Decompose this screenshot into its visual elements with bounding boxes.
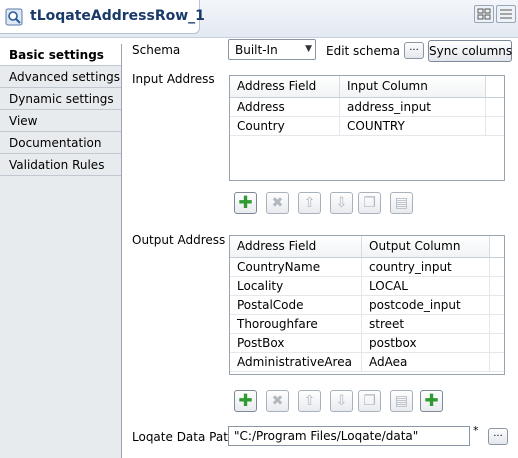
- plus-icon: ✚: [424, 391, 439, 411]
- output-column-cell[interactable]: postcode_input: [362, 296, 490, 314]
- plus-icon: ✚: [238, 391, 253, 411]
- address-field-cell[interactable]: PostalCode: [230, 296, 362, 314]
- output-address-label: Output Address: [132, 233, 226, 247]
- address-field-cell[interactable]: AdministrativeArea: [230, 353, 362, 371]
- address-field-cell[interactable]: Country: [230, 117, 340, 135]
- paste-button[interactable]: ▤: [390, 192, 413, 214]
- sidebar-item-documentation[interactable]: Documentation: [0, 132, 121, 154]
- output-column-cell[interactable]: street: [362, 315, 490, 333]
- column-header-address-field[interactable]: Address Field: [230, 236, 362, 257]
- title-bar: tLoqateAddressRow_1: [0, 0, 518, 38]
- window-title: tLoqateAddressRow_1: [30, 8, 205, 24]
- copy-button[interactable]: ❐: [358, 192, 381, 214]
- address-field-cell[interactable]: PostBox: [230, 334, 362, 352]
- sidebar-item-validation-rules[interactable]: Validation Rules: [0, 154, 121, 176]
- plus-icon: ✚: [238, 193, 253, 213]
- copy-icon: ❐: [363, 393, 376, 409]
- table-row[interactable]: PostalCode postcode_input: [230, 296, 504, 315]
- output-column-cell[interactable]: postbox: [362, 334, 490, 352]
- table-row[interactable]: PostBox postbox: [230, 334, 504, 353]
- output-column-cell[interactable]: AdAea: [362, 353, 490, 371]
- sidebar-item-view[interactable]: View: [0, 110, 121, 132]
- schema-label: Schema: [132, 43, 181, 57]
- column-header-input-column[interactable]: Input Column: [340, 76, 486, 97]
- delete-icon: ✖: [271, 195, 284, 211]
- table-header: Address Field Output Column: [230, 236, 504, 258]
- table-row[interactable]: CountryName country_input: [230, 258, 504, 277]
- remove-row-button[interactable]: ✖: [266, 192, 289, 214]
- output-address-table: Address Field Output Column CountryName …: [229, 235, 505, 375]
- output-column-cell[interactable]: LOCAL: [362, 277, 490, 295]
- output-column-cell[interactable]: country_input: [362, 258, 490, 276]
- add-row-button[interactable]: ✚: [234, 390, 257, 412]
- edit-schema-label: Edit schema: [326, 44, 400, 58]
- move-up-button[interactable]: ⇧: [298, 390, 321, 412]
- sidebar-item-basic-settings[interactable]: Basic settings: [0, 44, 121, 66]
- add-all-rows-button[interactable]: ✚: [420, 390, 443, 412]
- delete-icon: ✖: [271, 393, 284, 409]
- column-header-output-column[interactable]: Output Column: [362, 236, 490, 257]
- component-search-icon: [5, 8, 23, 26]
- table-row[interactable]: Thoroughfare street: [230, 315, 504, 334]
- required-marker: *: [473, 424, 479, 437]
- component-tab[interactable]: tLoqateAddressRow_1: [0, 0, 205, 34]
- address-field-cell[interactable]: Address: [230, 98, 340, 116]
- copy-icon: ❐: [363, 195, 376, 211]
- input-address-label: Input Address: [132, 72, 215, 86]
- sidebar-item-dynamic-settings[interactable]: Dynamic settings: [0, 88, 121, 110]
- layout-view-icon[interactable]: [474, 5, 494, 23]
- move-up-button[interactable]: ⇧: [298, 192, 321, 214]
- move-down-icon: ⇩: [335, 393, 348, 409]
- sidebar-item-advanced-settings[interactable]: Advanced settings: [0, 66, 121, 88]
- table-row[interactable]: Locality LOCAL: [230, 277, 504, 296]
- table-header: Address Field Input Column: [230, 76, 504, 98]
- paste-icon: ▤: [394, 393, 409, 409]
- move-down-button[interactable]: ⇩: [330, 192, 353, 214]
- copy-button[interactable]: ❐: [358, 390, 381, 412]
- input-column-cell[interactable]: COUNTRY: [340, 117, 486, 135]
- data-path-input[interactable]: "C:/Program Files/Loqate/data": [228, 426, 470, 446]
- move-down-icon: ⇩: [335, 195, 348, 211]
- input-column-cell[interactable]: address_input: [340, 98, 486, 116]
- move-up-icon: ⇧: [303, 195, 316, 211]
- edit-schema-button[interactable]: ...: [404, 42, 424, 59]
- list-view-icon[interactable]: [496, 5, 516, 23]
- schema-select[interactable]: Built-In ▼: [228, 39, 316, 60]
- address-field-cell[interactable]: CountryName: [230, 258, 362, 276]
- data-path-label: Loqate Data Path: [132, 430, 236, 444]
- column-header-address-field[interactable]: Address Field: [230, 76, 340, 97]
- settings-sidebar: Basic settings Advanced settings Dynamic…: [0, 44, 122, 458]
- browse-data-path-button[interactable]: ...: [488, 428, 508, 445]
- remove-row-button[interactable]: ✖: [266, 390, 289, 412]
- table-row[interactable]: Address address_input: [230, 98, 504, 117]
- table-row[interactable]: Country COUNTRY: [230, 117, 504, 136]
- table-row[interactable]: AdministrativeArea AdAea: [230, 353, 504, 372]
- input-address-table: Address Field Input Column Address addre…: [229, 75, 505, 181]
- schema-select-value: Built-In: [235, 43, 278, 57]
- move-down-button[interactable]: ⇩: [330, 390, 353, 412]
- paste-button[interactable]: ▤: [390, 390, 413, 412]
- chevron-down-icon: ▼: [305, 44, 312, 54]
- move-up-icon: ⇧: [303, 393, 316, 409]
- address-field-cell[interactable]: Thoroughfare: [230, 315, 362, 333]
- paste-icon: ▤: [394, 195, 409, 211]
- sync-columns-button[interactable]: Sync columns: [428, 40, 512, 62]
- address-field-cell[interactable]: Locality: [230, 277, 362, 295]
- add-row-button[interactable]: ✚: [234, 192, 257, 214]
